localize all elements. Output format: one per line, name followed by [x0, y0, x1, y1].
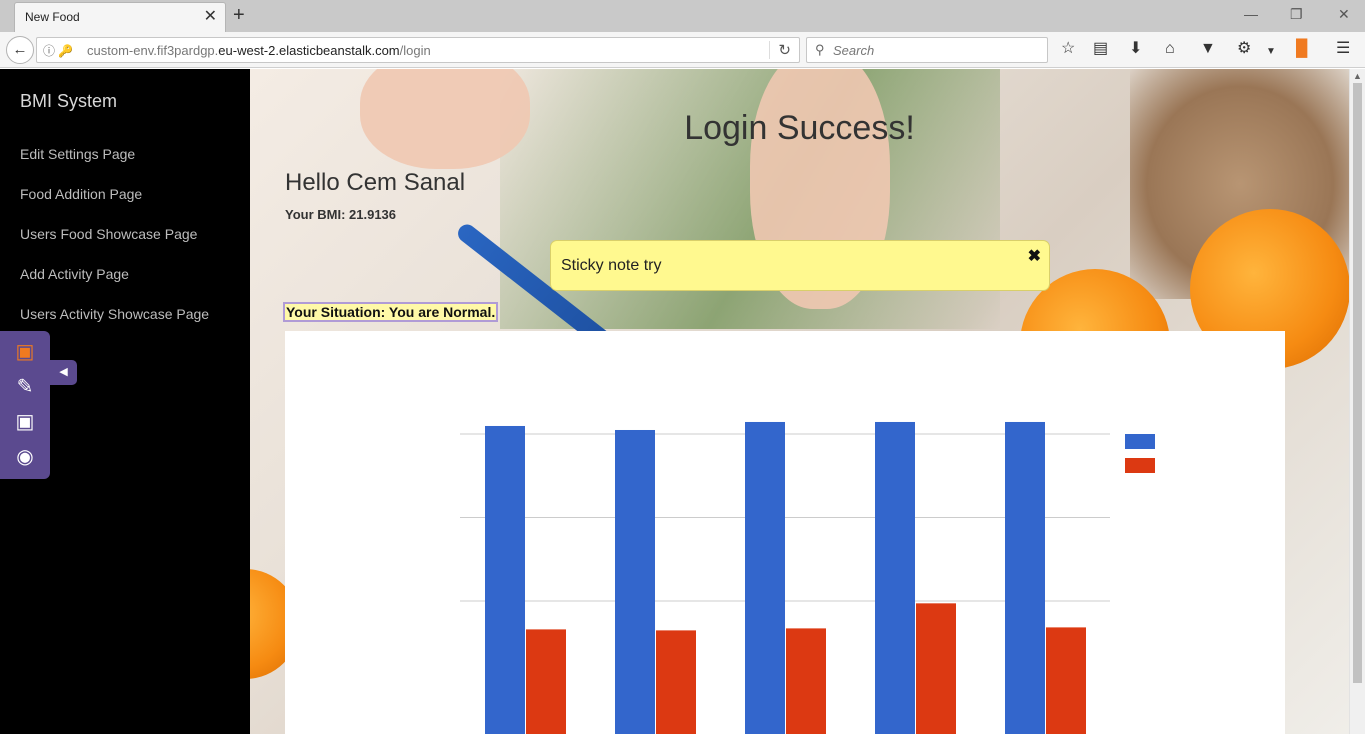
scroll-thumb[interactable]: [1353, 83, 1362, 683]
addon-logo-icon[interactable]: █: [1296, 40, 1307, 58]
chart-bar-series-1-3[interactable]: [745, 421, 785, 734]
chart-card: [285, 331, 1285, 734]
tab-close-icon[interactable]: ✕: [204, 7, 217, 27]
sidebar-item-users-food-showcase[interactable]: Users Food Showcase Page: [20, 226, 197, 242]
page: BMI System Edit Settings Page Food Addit…: [0, 69, 1365, 734]
search-icon: ⚲: [815, 42, 825, 57]
logo-icon[interactable]: ▣: [12, 339, 38, 365]
sidebar-item-food-addition[interactable]: Food Addition Page: [20, 186, 142, 202]
chart-bar-series-2-1[interactable]: [526, 629, 566, 734]
sticky-note[interactable]: Sticky note try ✖: [550, 240, 1050, 291]
tab-bar: New Food ✕ + — ❐ ✕: [0, 0, 1365, 32]
annotation-tool-panel: ▣ ✎ ▣ ◉: [0, 331, 50, 479]
bmi-value: Your BMI: 21.9136: [285, 207, 397, 222]
new-tab-icon[interactable]: +: [233, 4, 245, 26]
site-info-icon[interactable]: ⓘ 🔑: [43, 42, 73, 59]
page-title: Login Success!: [684, 109, 915, 147]
reading-list-icon[interactable]: ▤: [1093, 40, 1108, 58]
scrollbar[interactable]: ▲: [1349, 69, 1365, 734]
pencil-icon[interactable]: ✎: [12, 374, 38, 400]
browser-tab[interactable]: New Food ✕: [14, 2, 226, 32]
chart-bar-series-1-1[interactable]: [485, 425, 525, 734]
window-close-icon[interactable]: ✕: [1338, 5, 1350, 23]
chart-legend-swatch-2: [1125, 458, 1155, 473]
back-arrow-icon[interactable]: ←: [6, 36, 34, 64]
chart-bar-series-1-2[interactable]: [615, 429, 655, 734]
restore-icon[interactable]: ❐: [1290, 5, 1303, 23]
download-icon[interactable]: ⬇: [1129, 40, 1142, 58]
chart-legend-swatch-1: [1125, 434, 1155, 449]
bookmark-star-icon[interactable]: ☆: [1061, 40, 1075, 58]
collapse-toggle-icon[interactable]: ◀: [50, 360, 77, 385]
url-text: custom-env.fif3pardgp.eu-west-2.elasticb…: [87, 43, 431, 58]
extension-dropdown-icon[interactable]: ▼: [1266, 43, 1276, 61]
scroll-up-icon[interactable]: ▲: [1353, 71, 1362, 81]
sticky-note-icon[interactable]: ▣: [12, 409, 38, 435]
url-bar[interactable]: ⓘ 🔑 custom-env.fif3pardgp.eu-west-2.elas…: [36, 37, 800, 63]
chart-bar-series-2-2[interactable]: [656, 630, 696, 734]
tab-title: New Food: [25, 10, 80, 24]
chart-bar-series-1-5[interactable]: [1005, 421, 1045, 734]
home-icon[interactable]: ⌂: [1165, 40, 1175, 58]
search-input[interactable]: ⚲ Search: [806, 37, 1048, 63]
sticky-close-icon[interactable]: ✖: [1028, 246, 1041, 266]
chart-bar-series-2-5[interactable]: [1046, 627, 1086, 734]
sidebar-item-users-activity-showcase[interactable]: Users Activity Showcase Page: [20, 306, 209, 322]
reload-icon[interactable]: ↻: [769, 41, 791, 59]
chart-bar-series-2-3[interactable]: [786, 628, 826, 734]
navigation-bar: ← ⓘ 🔑 custom-env.fif3pardgp.eu-west-2.el…: [0, 32, 1365, 68]
chart-bar-series-1-4[interactable]: [875, 421, 915, 734]
search-placeholder: Search: [833, 43, 875, 58]
situation-text: Your Situation: You are Normal.: [283, 302, 499, 322]
chart-bar-series-2-4[interactable]: [916, 603, 956, 734]
extension-icon[interactable]: ⚙: [1237, 40, 1251, 58]
menu-icon[interactable]: ☰: [1336, 40, 1350, 58]
greeting: Hello Cem Sanal: [285, 169, 466, 196]
hero-background: Login Success! Hello Cem Sanal Your BMI:…: [250, 69, 1349, 734]
minimize-icon[interactable]: —: [1244, 5, 1258, 23]
pocket-icon[interactable]: ▼: [1200, 40, 1216, 58]
palette-icon[interactable]: ◉: [12, 444, 38, 470]
sidebar-item-add-activity[interactable]: Add Activity Page: [20, 266, 129, 282]
sidebar-item-edit-settings[interactable]: Edit Settings Page: [20, 146, 135, 162]
brand-title[interactable]: BMI System: [20, 91, 117, 112]
bar-chart: [460, 421, 1155, 734]
sticky-note-text[interactable]: Sticky note try: [561, 257, 661, 275]
